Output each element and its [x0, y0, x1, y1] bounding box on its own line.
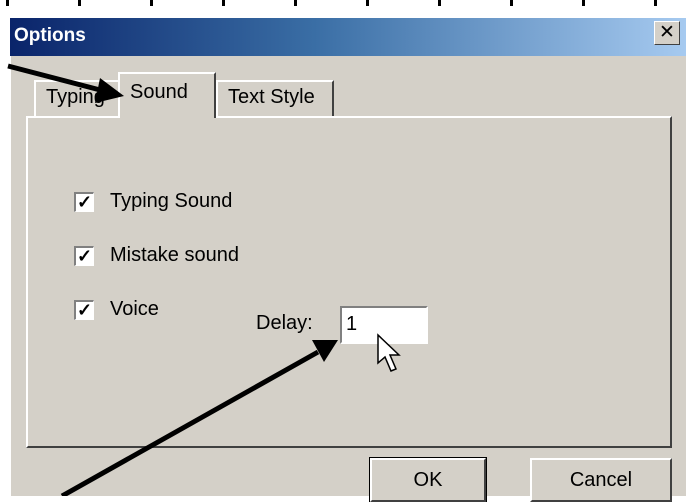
tick-mark — [510, 0, 513, 6]
tick-mark — [654, 0, 657, 6]
voice-checkbox[interactable]: ✓ — [74, 300, 94, 320]
tab-typing[interactable]: Typing — [34, 80, 128, 116]
mistake-sound-checkbox[interactable]: ✓ — [74, 246, 94, 266]
title-bar[interactable]: Options ✕ — [10, 18, 686, 56]
tick-mark — [222, 0, 225, 6]
voice-label: Voice — [110, 298, 159, 320]
close-icon: ✕ — [659, 22, 675, 43]
cancel-button[interactable]: Cancel — [530, 458, 672, 502]
tick-mark — [438, 0, 441, 6]
tab-sound[interactable]: Sound — [118, 72, 216, 118]
tick-mark — [366, 0, 369, 6]
typing-sound-checkbox[interactable]: ✓ — [74, 192, 94, 212]
typing-sound-label: Typing Sound — [110, 190, 233, 212]
ok-button[interactable]: OK — [369, 457, 487, 502]
close-button[interactable]: ✕ — [654, 21, 680, 45]
tab-text-style[interactable]: Text Style — [216, 80, 334, 116]
dialog-title: Options — [14, 25, 86, 46]
tick-mark — [78, 0, 81, 6]
tick-mark — [6, 0, 9, 6]
tick-mark — [294, 0, 297, 6]
mistake-sound-label: Mistake sound — [110, 244, 239, 266]
tick-mark — [582, 0, 585, 6]
sound-tab-panel: ✓ Typing Sound ✓ Mistake sound ✓ Voice — [26, 116, 672, 448]
delay-label: Delay: — [256, 312, 313, 334]
tick-mark — [150, 0, 153, 6]
delay-input[interactable]: 1 — [340, 306, 428, 344]
options-dialog: Options ✕ Typing Sound Text Style ✓ Typi… — [10, 18, 686, 502]
